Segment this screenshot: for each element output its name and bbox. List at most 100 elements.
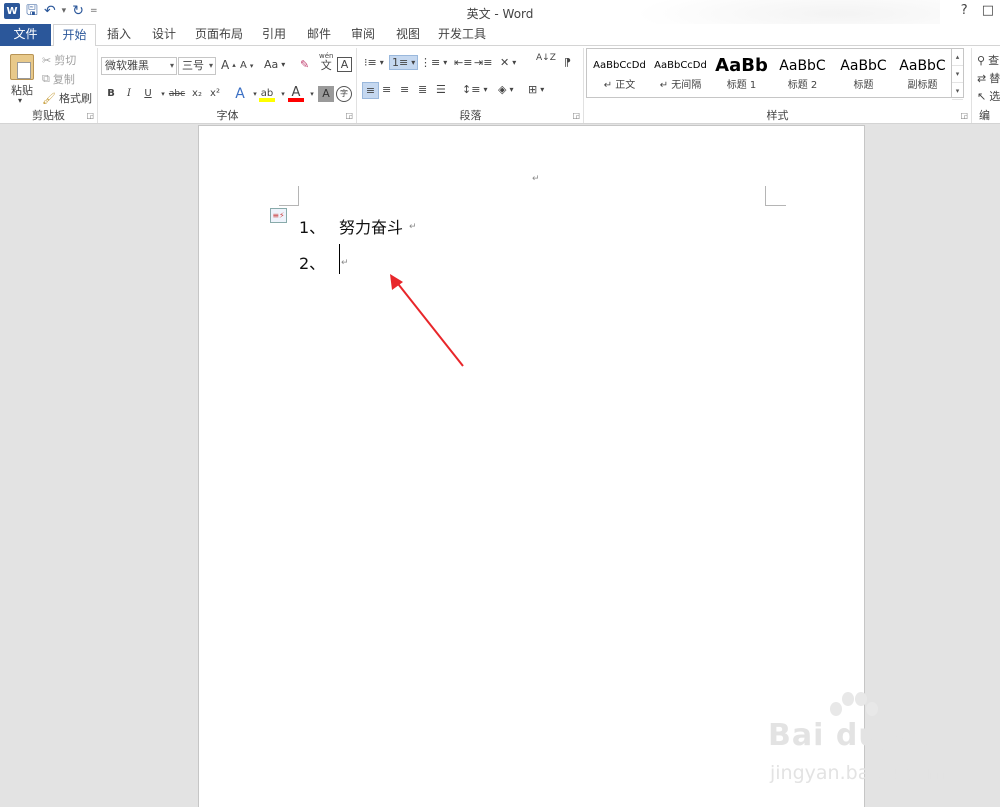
- format-painter-button[interactable]: 🖌 格式刷: [42, 90, 92, 106]
- cut-label: 剪切: [54, 54, 77, 67]
- superscript-button[interactable]: x²: [207, 86, 223, 102]
- clipboard-launcher-icon[interactable]: ◲: [86, 111, 94, 120]
- italic-button[interactable]: I: [121, 86, 137, 102]
- asian-layout-button[interactable]: ✕ ▾: [500, 56, 516, 69]
- show-marks-button[interactable]: ⁋: [564, 56, 571, 69]
- character-shading-button[interactable]: A: [318, 86, 334, 102]
- multilevel-list-button[interactable]: ⋮≡ ▾: [420, 56, 447, 69]
- clear-formatting-button[interactable]: ✎: [300, 58, 309, 71]
- sort-icon: A↓Z: [536, 53, 556, 63]
- increase-indent-button[interactable]: ⇥≡: [474, 56, 492, 69]
- scroll-up-icon[interactable]: ▴: [952, 49, 963, 66]
- justify-button[interactable]: ≣: [418, 83, 427, 96]
- margin-corner-top-right: [765, 186, 786, 206]
- style-sample: AaBb: [715, 55, 768, 76]
- copy-button[interactable]: ⧉ 复制: [42, 71, 75, 87]
- help-icon[interactable]: ?: [961, 3, 968, 18]
- change-case-button[interactable]: Aa ▾: [264, 58, 285, 71]
- shading-button[interactable]: ◈ ▾: [498, 83, 513, 96]
- subscript-button[interactable]: x₂: [189, 86, 205, 102]
- highlight-button[interactable]: ab: [259, 86, 275, 102]
- editing-group-label: 编: [979, 109, 990, 122]
- scroll-down-icon[interactable]: ▾: [952, 66, 963, 83]
- strikethrough-button[interactable]: abc: [167, 86, 187, 102]
- text-effects-button[interactable]: A: [232, 86, 248, 102]
- scissors-icon: ✂: [42, 53, 52, 67]
- align-left-button[interactable]: ≡: [362, 82, 379, 99]
- style-subtitle[interactable]: AaBbC 副标题: [892, 49, 953, 97]
- align-right-button[interactable]: ≡: [400, 83, 409, 96]
- font-family-combo[interactable]: 微软雅黑 ▾: [101, 57, 177, 75]
- enclose-characters-button[interactable]: 字: [336, 86, 352, 102]
- align-center-button[interactable]: ≡: [382, 83, 391, 96]
- sort-button[interactable]: A↓Z: [536, 54, 556, 63]
- tab-developer[interactable]: 开发工具: [434, 24, 490, 46]
- tab-design[interactable]: 设计: [145, 24, 183, 46]
- shrink-font-button[interactable]: A ▾: [240, 60, 253, 71]
- style-normal[interactable]: AaBbCcDd ↵ 正文: [589, 49, 650, 97]
- paragraph-group: ⁝≡ ▾ 1≡ ▾ ⋮≡ ▾ ⇤≡ ⇥≡ ✕ ▾ A↓Z ⁋ ≡ ≡ ≡ ≣ ☰ ↕≡ ▾…: [358, 48, 584, 123]
- margin-corner-top-left: [279, 186, 299, 206]
- bold-button[interactable]: B: [103, 86, 119, 102]
- autocorrect-options-icon[interactable]: ≡⚡: [270, 208, 287, 223]
- grow-font-icon: A: [221, 58, 230, 72]
- style-title[interactable]: AaBbC 标题: [833, 49, 894, 97]
- style-name: 标题 2: [787, 80, 818, 91]
- tab-view[interactable]: 视图: [389, 24, 427, 46]
- tab-references[interactable]: 引用: [255, 24, 293, 46]
- more-styles-icon[interactable]: ▾: [952, 83, 963, 100]
- paragraph-mark: ↵: [409, 222, 417, 232]
- clipboard-group: 粘贴 ▾ ✂ 剪切 ⧉ 复制 🖌 格式刷 剪贴板 ◲: [0, 48, 98, 123]
- styles-scroll: ▴ ▾ ▾: [951, 49, 963, 100]
- style-no-spacing[interactable]: AaBbCcDd ↵ 无间隔: [650, 49, 711, 97]
- tab-page-layout[interactable]: 页面布局: [192, 24, 246, 46]
- line-spacing-button[interactable]: ↕≡ ▾: [462, 83, 487, 96]
- find-button[interactable]: ⚲ 查: [977, 52, 999, 68]
- character-border-button[interactable]: A: [337, 57, 352, 72]
- phonetic-guide-button[interactable]: wén 文: [319, 52, 333, 72]
- font-group-label: 字体: [216, 109, 239, 122]
- asian-layout-icon: ✕: [500, 56, 510, 69]
- brush-icon: 🖌: [42, 91, 56, 105]
- style-heading-2[interactable]: AaBbC 标题 2: [772, 49, 833, 97]
- style-heading-1[interactable]: AaBb 标题 1: [711, 49, 772, 97]
- chevron-down-icon: ▾: [208, 61, 213, 70]
- paste-dropdown-icon[interactable]: ▾: [18, 96, 22, 105]
- list-item-text[interactable]: 努力奋斗: [339, 214, 403, 238]
- paste-icon[interactable]: [10, 54, 34, 80]
- cut-button[interactable]: ✂ 剪切: [42, 52, 76, 68]
- list-number: 2、: [299, 254, 326, 273]
- font-color-button[interactable]: A: [288, 86, 304, 102]
- distributed-button[interactable]: ☰: [436, 83, 446, 96]
- phonetic-char: 文: [320, 59, 332, 72]
- select-button[interactable]: ↖ 选: [977, 88, 1000, 104]
- numbering-button[interactable]: 1≡ ▾: [389, 55, 419, 70]
- bullets-button[interactable]: ⁝≡ ▾: [364, 56, 384, 69]
- list-number: 1、: [299, 218, 326, 237]
- tab-mailings[interactable]: 邮件: [300, 24, 338, 46]
- header-paragraph-mark: ↵: [532, 174, 540, 184]
- copy-icon: ⧉: [42, 72, 50, 85]
- borders-icon: ⊞: [528, 83, 538, 96]
- decrease-indent-button[interactable]: ⇤≡: [454, 56, 472, 69]
- paragraph-mark: ↵: [341, 258, 349, 268]
- shrink-font-icon: A: [240, 60, 247, 71]
- styles-launcher-icon[interactable]: ◲: [960, 111, 968, 120]
- underline-button[interactable]: U: [140, 86, 156, 102]
- tab-review[interactable]: 审阅: [344, 24, 382, 46]
- style-name: 标题 1: [726, 80, 757, 91]
- grow-font-button[interactable]: A ▴: [221, 58, 236, 72]
- title-bar: W 🖫 ↶ ▾ ↻ = 英文 - Word ? □: [0, 0, 1000, 46]
- ribbon-display-icon[interactable]: □: [982, 3, 994, 18]
- replace-button[interactable]: ⇄ 替: [977, 70, 1000, 86]
- paragraph-launcher-icon[interactable]: ◲: [572, 111, 580, 120]
- find-label: 查: [988, 54, 1000, 67]
- tab-home[interactable]: 开始: [53, 24, 96, 47]
- font-size-combo[interactable]: 三号 ▾: [178, 57, 216, 75]
- tab-file[interactable]: 文件: [0, 24, 51, 46]
- font-launcher-icon[interactable]: ◲: [345, 111, 353, 120]
- style-name: ↵ 无间隔: [659, 80, 702, 91]
- borders-button[interactable]: ⊞ ▾: [528, 83, 544, 96]
- tab-insert[interactable]: 插入: [100, 24, 138, 46]
- ribbon: 粘贴 ▾ ✂ 剪切 ⧉ 复制 🖌 格式刷 剪贴板 ◲ 微软雅黑 ▾ 三号 ▾ A ▴ A ▾ …: [0, 46, 1000, 124]
